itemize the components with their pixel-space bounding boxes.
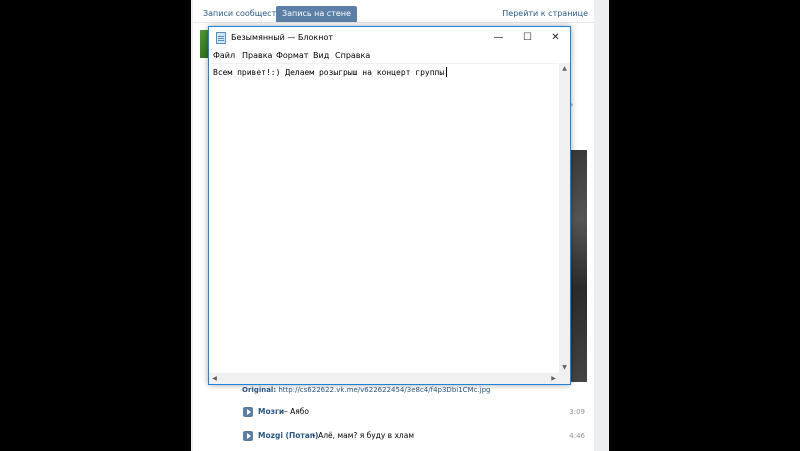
track-artist[interactable]: Mozgi (Потап) bbox=[258, 430, 318, 442]
go-to-page-link[interactable]: Перейти к странице bbox=[502, 6, 588, 22]
audio-track[interactable]: Mozgi (Потап) – Алё, мам? я буду в хлам … bbox=[243, 430, 585, 442]
scroll-left-icon[interactable]: ◀ bbox=[209, 373, 220, 384]
play-icon[interactable] bbox=[243, 407, 253, 417]
track-title: – Аябо bbox=[284, 407, 309, 416]
window-title: Безымянный — Блокнот bbox=[231, 33, 334, 42]
vertical-scrollbar[interactable]: ▲ ▼ bbox=[559, 63, 570, 373]
notepad-icon bbox=[216, 32, 226, 44]
horizontal-scrollbar[interactable]: ◀ ▶ bbox=[209, 373, 559, 384]
original-line: Original: http://cs622622.vk.me/v6226224… bbox=[242, 386, 491, 394]
scroll-up-icon[interactable]: ▲ bbox=[559, 63, 570, 74]
resize-grip[interactable] bbox=[559, 373, 570, 384]
track-duration: 3:09 bbox=[569, 408, 585, 416]
scroll-right-icon[interactable]: ▶ bbox=[548, 373, 559, 384]
text-editor-area[interactable]: Всем привет!:) Делаем розыгрыш на концер… bbox=[210, 63, 558, 374]
notepad-window[interactable]: Безымянный — Блокнот — ☐ ✕ Файл Правка Ф… bbox=[208, 26, 571, 385]
menu-help[interactable]: Справка bbox=[335, 50, 370, 62]
track-duration: 4:46 bbox=[569, 432, 585, 440]
menu-edit[interactable]: Правка bbox=[242, 50, 272, 62]
menu-file[interactable]: Файл bbox=[213, 50, 235, 62]
track-title: – Алё, мам? я буду в хлам bbox=[312, 431, 414, 440]
minimize-button[interactable]: — bbox=[484, 27, 513, 49]
notepad-titlebar[interactable]: Безымянный — Блокнот — ☐ ✕ bbox=[209, 27, 570, 49]
audio-track[interactable]: Мозги – Аябо 3:09 bbox=[243, 406, 585, 418]
track-artist[interactable]: Мозги bbox=[258, 406, 284, 418]
text-caret bbox=[446, 67, 448, 77]
maximize-button[interactable]: ☐ bbox=[513, 27, 542, 49]
editor-content[interactable]: Всем привет!:) Делаем розыгрыш на концер… bbox=[213, 67, 448, 77]
scroll-down-icon[interactable]: ▼ bbox=[559, 362, 570, 373]
vk-tabs-bar: Записи сообщества Запись на стене Перейт… bbox=[193, 0, 594, 23]
menu-bar: Файл Правка Формат Вид Справка bbox=[209, 49, 570, 63]
tab-wall-post[interactable]: Запись на стене bbox=[276, 6, 357, 22]
original-link[interactable]: http://cs622622.vk.me/v622622454/3e8c4/f… bbox=[278, 386, 490, 394]
menu-view[interactable]: Вид bbox=[313, 50, 329, 62]
menu-format[interactable]: Формат bbox=[276, 50, 308, 62]
original-label: Original: bbox=[242, 386, 277, 394]
play-icon[interactable] bbox=[243, 431, 253, 441]
close-button[interactable]: ✕ bbox=[541, 27, 570, 49]
post-photo[interactable] bbox=[570, 150, 587, 382]
